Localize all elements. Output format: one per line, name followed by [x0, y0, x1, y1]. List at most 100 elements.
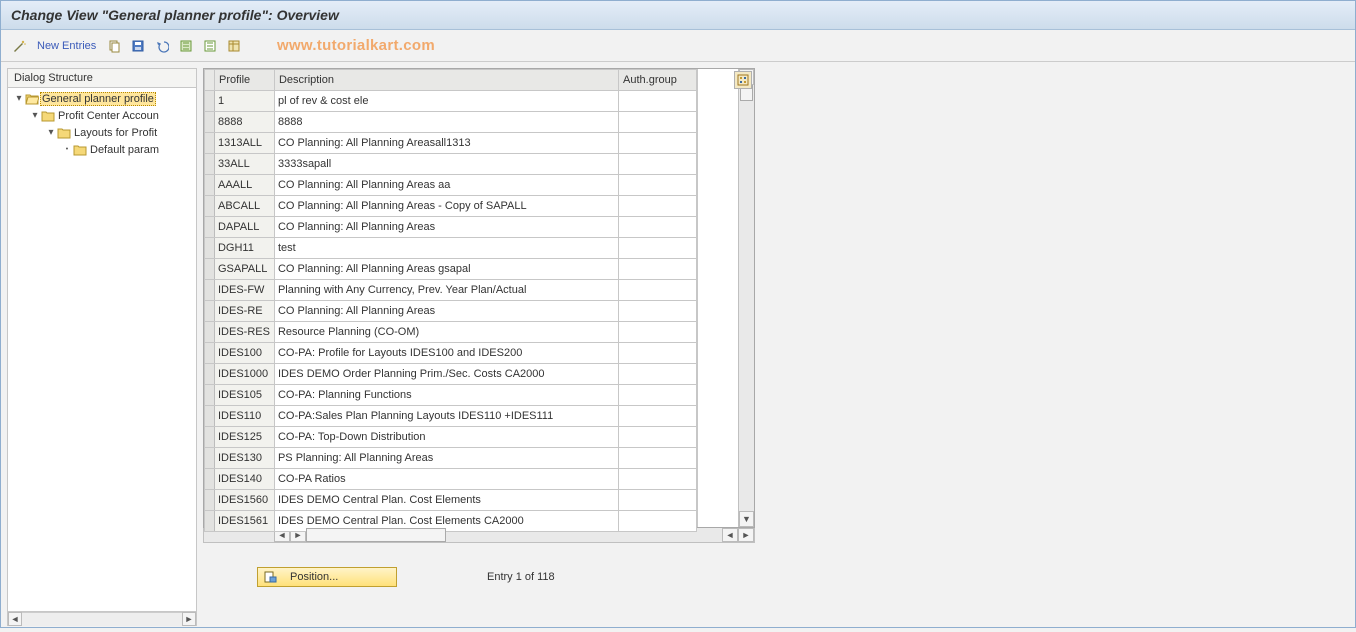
row-selector[interactable]: [205, 385, 215, 406]
cell-profile[interactable]: ABCALL: [214, 196, 274, 217]
cell-authgroup[interactable]: [619, 385, 697, 406]
cell-profile[interactable]: IDES100: [214, 343, 274, 364]
column-header-authgroup[interactable]: Auth.group: [619, 70, 697, 91]
cell-profile[interactable]: IDES140: [214, 469, 274, 490]
cell-authgroup[interactable]: [619, 322, 697, 343]
select-all-icon[interactable]: [176, 36, 196, 56]
column-header-description[interactable]: Description: [274, 70, 618, 91]
cell-authgroup[interactable]: [619, 238, 697, 259]
tree-node[interactable]: ▾Layouts for Profit: [8, 124, 196, 141]
cell-profile[interactable]: IDES-RE: [214, 301, 274, 322]
row-selector[interactable]: [205, 511, 215, 532]
vertical-scrollbar[interactable]: ▲ ▼: [738, 69, 754, 527]
tree-node[interactable]: ▾General planner profile: [8, 90, 196, 107]
cell-authgroup[interactable]: [619, 469, 697, 490]
cell-profile[interactable]: IDES1560: [214, 490, 274, 511]
cell-description[interactable]: CO Planning: All Planning Areas: [274, 301, 618, 322]
cell-profile[interactable]: IDES-FW: [214, 280, 274, 301]
table-row[interactable]: IDES1560IDES DEMO Central Plan. Cost Ele…: [205, 490, 697, 511]
scroll-right-icon[interactable]: ►: [182, 612, 196, 626]
scroll-right-icon[interactable]: ►: [738, 528, 754, 542]
wand-icon[interactable]: [9, 36, 29, 56]
table-row[interactable]: 1313ALLCO Planning: All Planning Areasal…: [205, 133, 697, 154]
row-selector[interactable]: [205, 175, 215, 196]
row-selector[interactable]: [205, 301, 215, 322]
cell-authgroup[interactable]: [619, 406, 697, 427]
cell-profile[interactable]: 8888: [214, 112, 274, 133]
cell-description[interactable]: CO-PA:Sales Plan Planning Layouts IDES11…: [274, 406, 618, 427]
cell-profile[interactable]: 1: [214, 91, 274, 112]
row-selector[interactable]: [205, 448, 215, 469]
cell-description[interactable]: CO Planning: All Planning Areas aa: [274, 175, 618, 196]
cell-description[interactable]: CO Planning: All Planning Areas - Copy o…: [274, 196, 618, 217]
table-row[interactable]: IDES1000IDES DEMO Order Planning Prim./S…: [205, 364, 697, 385]
cell-description[interactable]: PS Planning: All Planning Areas: [274, 448, 618, 469]
cell-description[interactable]: Planning with Any Currency, Prev. Year P…: [274, 280, 618, 301]
cell-authgroup[interactable]: [619, 490, 697, 511]
table-row[interactable]: IDES-RESResource Planning (CO-OM): [205, 322, 697, 343]
cell-authgroup[interactable]: [619, 175, 697, 196]
cell-profile[interactable]: IDES130: [214, 448, 274, 469]
table-row[interactable]: IDES125CO-PA: Top-Down Distribution: [205, 427, 697, 448]
table-row[interactable]: ABCALLCO Planning: All Planning Areas - …: [205, 196, 697, 217]
table-row[interactable]: 1pl of rev & cost ele: [205, 91, 697, 112]
save-icon[interactable]: [128, 36, 148, 56]
cell-profile[interactable]: AAALL: [214, 175, 274, 196]
row-selector[interactable]: [205, 343, 215, 364]
cell-description[interactable]: CO Planning: All Planning Areas gsapal: [274, 259, 618, 280]
cell-description[interactable]: CO-PA Ratios: [274, 469, 618, 490]
cell-authgroup[interactable]: [619, 364, 697, 385]
tree-horizontal-scrollbar[interactable]: ◄ ►: [8, 611, 196, 625]
cell-profile[interactable]: IDES125: [214, 427, 274, 448]
column-header-profile[interactable]: Profile: [214, 70, 274, 91]
cell-authgroup[interactable]: [619, 217, 697, 238]
cell-description[interactable]: CO-PA: Profile for Layouts IDES100 and I…: [274, 343, 618, 364]
cell-description[interactable]: 8888: [274, 112, 618, 133]
cell-description[interactable]: CO-PA: Top-Down Distribution: [274, 427, 618, 448]
cell-description[interactable]: 3333sapall: [274, 154, 618, 175]
cell-authgroup[interactable]: [619, 133, 697, 154]
cell-description[interactable]: pl of rev & cost ele: [274, 91, 618, 112]
cell-authgroup[interactable]: [619, 280, 697, 301]
row-selector[interactable]: [205, 469, 215, 490]
row-selector[interactable]: [205, 154, 215, 175]
table-row[interactable]: IDES-FWPlanning with Any Currency, Prev.…: [205, 280, 697, 301]
table-row[interactable]: IDES140CO-PA Ratios: [205, 469, 697, 490]
collapse-icon[interactable]: ▾: [46, 127, 56, 138]
cell-authgroup[interactable]: [619, 259, 697, 280]
table-settings-icon[interactable]: [224, 36, 244, 56]
cell-description[interactable]: IDES DEMO Central Plan. Cost Elements: [274, 490, 618, 511]
row-selector[interactable]: [205, 196, 215, 217]
row-selector[interactable]: [205, 217, 215, 238]
scrollbar-thumb[interactable]: [306, 528, 446, 542]
row-selector[interactable]: [205, 238, 215, 259]
scroll-down-icon[interactable]: ▼: [739, 511, 754, 527]
table-row[interactable]: GSAPALLCO Planning: All Planning Areas g…: [205, 259, 697, 280]
row-selector[interactable]: [205, 280, 215, 301]
cell-authgroup[interactable]: [619, 427, 697, 448]
cell-description[interactable]: CO-PA: Planning Functions: [274, 385, 618, 406]
table-row[interactable]: IDES130PS Planning: All Planning Areas: [205, 448, 697, 469]
deselect-all-icon[interactable]: [200, 36, 220, 56]
table-row[interactable]: DGH11test: [205, 238, 697, 259]
cell-description[interactable]: test: [274, 238, 618, 259]
cell-profile[interactable]: IDES105: [214, 385, 274, 406]
expand-icon[interactable]: •: [62, 146, 72, 153]
cell-authgroup[interactable]: [619, 91, 697, 112]
collapse-icon[interactable]: ▾: [14, 93, 24, 104]
new-entries-button[interactable]: New Entries: [33, 40, 100, 52]
cell-authgroup[interactable]: [619, 112, 697, 133]
cell-profile[interactable]: GSAPALL: [214, 259, 274, 280]
cell-authgroup[interactable]: [619, 301, 697, 322]
table-row[interactable]: 33ALL3333sapall: [205, 154, 697, 175]
scroll-left-icon[interactable]: ◄: [722, 528, 738, 542]
cell-profile[interactable]: DAPALL: [214, 217, 274, 238]
cell-profile[interactable]: DGH11: [214, 238, 274, 259]
row-selector[interactable]: [205, 427, 215, 448]
table-row[interactable]: IDES100CO-PA: Profile for Layouts IDES10…: [205, 343, 697, 364]
cell-profile[interactable]: IDES1561: [214, 511, 274, 532]
row-selector[interactable]: [205, 490, 215, 511]
table-row[interactable]: DAPALLCO Planning: All Planning Areas: [205, 217, 697, 238]
row-selector[interactable]: [205, 112, 215, 133]
position-button[interactable]: Position...: [257, 567, 397, 587]
